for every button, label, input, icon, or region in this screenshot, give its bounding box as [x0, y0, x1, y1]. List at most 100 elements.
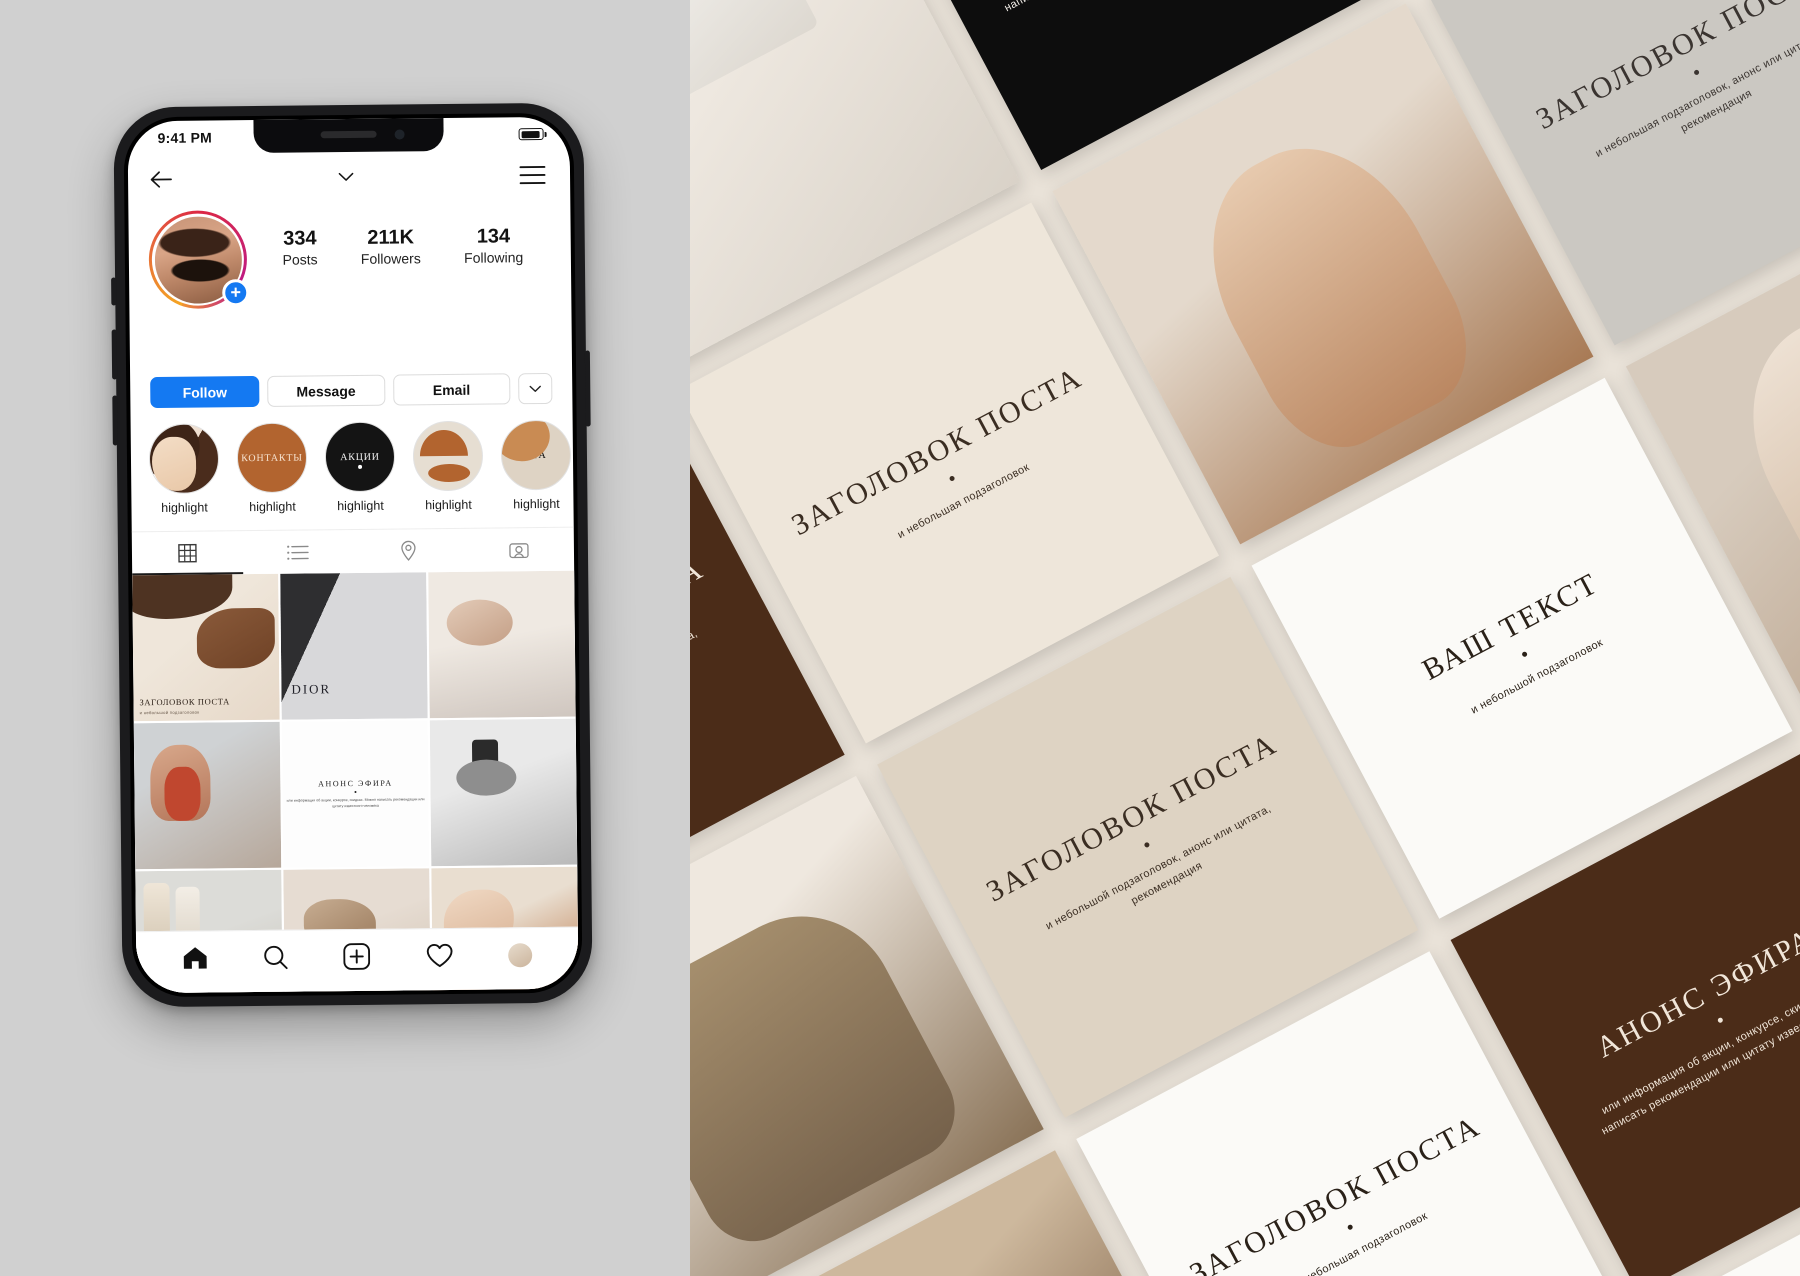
template-card-dot-icon — [1521, 650, 1529, 658]
template-card-subtitle: или информация об акции, конкурсе, скидк… — [984, 0, 1295, 22]
highlight-item-2[interactable]: КОНТАКТЫ highlight — [236, 422, 308, 515]
stat-posts[interactable]: 334 Posts — [282, 227, 317, 267]
template-card-title: ЗАГОЛОВОК ПОСТА — [1184, 1109, 1487, 1276]
template-card-text: АНОНС ЭФИРАили информация об акции, конк… — [1521, 884, 1800, 1162]
template-card-dot-icon — [1716, 1016, 1724, 1024]
search-icon[interactable] — [263, 945, 288, 970]
template-card-text: ЗАГОЛОВОК ПОСТАи небольшая подзаголовок,… — [1497, 0, 1800, 214]
highlight-cover-4 — [412, 420, 484, 492]
grid-post-6[interactable] — [429, 718, 578, 867]
add-story-badge[interactable]: + — [222, 279, 250, 307]
bottom-navigation — [135, 926, 579, 994]
grid-post-5-caption: АНОНС ЭФИРА — [318, 778, 393, 789]
iphone-device: 9:41 PM + 334 Posts 211K Followers 134 F… — [111, 102, 593, 1008]
template-card-dot-icon — [1142, 841, 1150, 849]
location-pin-icon — [401, 540, 416, 561]
home-icon[interactable] — [182, 946, 208, 971]
highlight-item-1[interactable]: highlight — [148, 423, 220, 516]
template-card-text: ЗАГОЛОВОК ПОСТА и небольшая подзаголовок — [756, 344, 1142, 602]
highlight-cover-3: АКЦИИ — [324, 421, 396, 493]
stat-followers-label: Followers — [360, 250, 421, 267]
template-card-text: ЗАГОЛОВОК ПОСТА и небольшой подзаголовок,… — [947, 708, 1348, 986]
stat-following-value: 134 — [476, 225, 511, 248]
message-button[interactable]: Message — [267, 374, 385, 407]
status-indicators — [518, 127, 544, 141]
story-highlights: highlight КОНТАКТЫ highlight АКЦИИ highl… — [130, 404, 573, 516]
highlight-item-3[interactable]: АКЦИИ highlight — [324, 421, 396, 514]
highlight-cover-text-5: ПРА — [525, 449, 547, 461]
stat-followers[interactable]: 211K Followers — [361, 226, 421, 267]
volume-down-button[interactable] — [112, 395, 118, 446]
template-card-text: АНОНС ЭФИРАили информация об акции, конк… — [1720, 1258, 1800, 1276]
stat-following-label: Following — [464, 249, 524, 266]
tagged-person-icon — [509, 542, 529, 558]
highlight-item-4[interactable]: highlight — [412, 420, 484, 513]
highlight-label-1: highlight — [161, 500, 208, 516]
template-card-text: АНОНС ЭФИРАили информация об акции, конк… — [923, 0, 1324, 38]
highlight-cover-5: ПРА — [500, 419, 572, 491]
grid-post-5[interactable]: АНОНС ЭФИРА или информация об акции, кон… — [281, 720, 430, 868]
status-time: 9:41 PM — [157, 129, 213, 147]
tilted-template-grid: АНОНС ЭФИРА или информация об акции, конк… — [690, 0, 1800, 1276]
grid-post-1[interactable]: ЗАГОЛОВОК ПОСТА и небольшой подзаголовок — [132, 573, 280, 722]
power-button[interactable] — [584, 350, 591, 427]
tab-list[interactable] — [242, 530, 353, 574]
highlight-label-2: highlight — [249, 499, 296, 515]
profile-actions: Follow Message Email — [130, 372, 572, 409]
grid-post-5-dot-icon — [354, 790, 357, 794]
bio-area — [129, 305, 572, 378]
app-header — [128, 151, 570, 202]
grid-post-5-sub: или информация об акции, конкурсе, скидк… — [286, 797, 425, 808]
list-icon — [286, 545, 309, 560]
highlight-cover-1 — [148, 423, 220, 495]
profile-stats: 334 Posts 211K Followers 134 Following — [246, 207, 551, 268]
template-card-dot-icon — [1346, 1224, 1354, 1231]
tab-location[interactable] — [353, 529, 464, 573]
highlight-item-5[interactable]: ПРА highlight — [500, 419, 572, 512]
chevron-down-icon — [529, 385, 541, 392]
grid-post-2[interactable]: DIOR — [280, 572, 428, 720]
template-card-text: ЗАГОЛОВОК ПОСТА и небольшая подзаголовок — [1154, 1093, 1540, 1276]
tab-tagged[interactable] — [463, 528, 574, 572]
highlight-cover-text-3: АКЦИИ — [340, 451, 380, 463]
grid-post-2-caption: DIOR — [291, 681, 332, 697]
follow-button[interactable]: Follow — [150, 375, 260, 409]
screenshot-stage: 9:41 PM + 334 Posts 211K Followers 134 F… — [0, 0, 1800, 1276]
grid-post-1-sub: и небольшой подзаголовок — [139, 709, 200, 716]
template-mosaic-panel: АНОНС ЭФИРА или информация об акции, конк… — [690, 0, 1800, 1276]
highlight-label-4: highlight — [425, 497, 472, 513]
grid-icon — [177, 543, 197, 563]
template-card-title: ВАШ ТЕКСТ — [1417, 566, 1605, 688]
avatar[interactable]: + — [148, 210, 250, 310]
grid-post-3[interactable] — [428, 570, 576, 719]
template-card-title: АНОНС ЭФИРА — [1590, 921, 1800, 1065]
grid-post-4[interactable] — [133, 721, 282, 870]
device-bezel: 9:41 PM + 334 Posts 211K Followers 134 F… — [123, 112, 583, 998]
highlight-dot-icon — [358, 465, 363, 470]
stat-following[interactable]: 134 Following — [464, 225, 524, 266]
device-screen: 9:41 PM + 334 Posts 211K Followers 134 F… — [127, 116, 579, 994]
back-arrow-icon[interactable] — [150, 169, 173, 188]
template-card-dot-icon — [1692, 68, 1700, 76]
more-actions-button[interactable] — [518, 372, 553, 405]
hamburger-menu-icon[interactable] — [519, 165, 546, 185]
username-dropdown[interactable] — [338, 172, 354, 182]
email-button[interactable]: Email — [392, 373, 511, 406]
phone-mockup-panel: 9:41 PM + 334 Posts 211K Followers 134 F… — [0, 0, 790, 1276]
highlight-cover-2: КОНТАКТЫ — [236, 422, 308, 494]
highlight-cover-text-2: КОНТАКТЫ — [241, 452, 303, 464]
volume-up-button[interactable] — [111, 329, 118, 380]
profile-summary: + 334 Posts 211K Followers 134 Following — [128, 197, 571, 310]
template-card-text: ЗАГОЛОВОК ПОСТАи небольшая подзаголовок,… — [690, 533, 775, 811]
chevron-down-icon — [338, 172, 354, 181]
add-post-icon[interactable] — [343, 943, 371, 970]
stat-posts-label: Posts — [282, 251, 318, 268]
mute-switch[interactable] — [111, 277, 117, 306]
tab-grid[interactable] — [132, 531, 243, 575]
heart-icon[interactable] — [426, 943, 453, 968]
profile-tabs — [131, 526, 575, 576]
profile-avatar-icon[interactable] — [508, 942, 533, 967]
stat-followers-value: 211K — [367, 226, 415, 249]
status-bar: 9:41 PM — [127, 117, 569, 156]
stat-posts-value: 334 — [283, 227, 317, 250]
